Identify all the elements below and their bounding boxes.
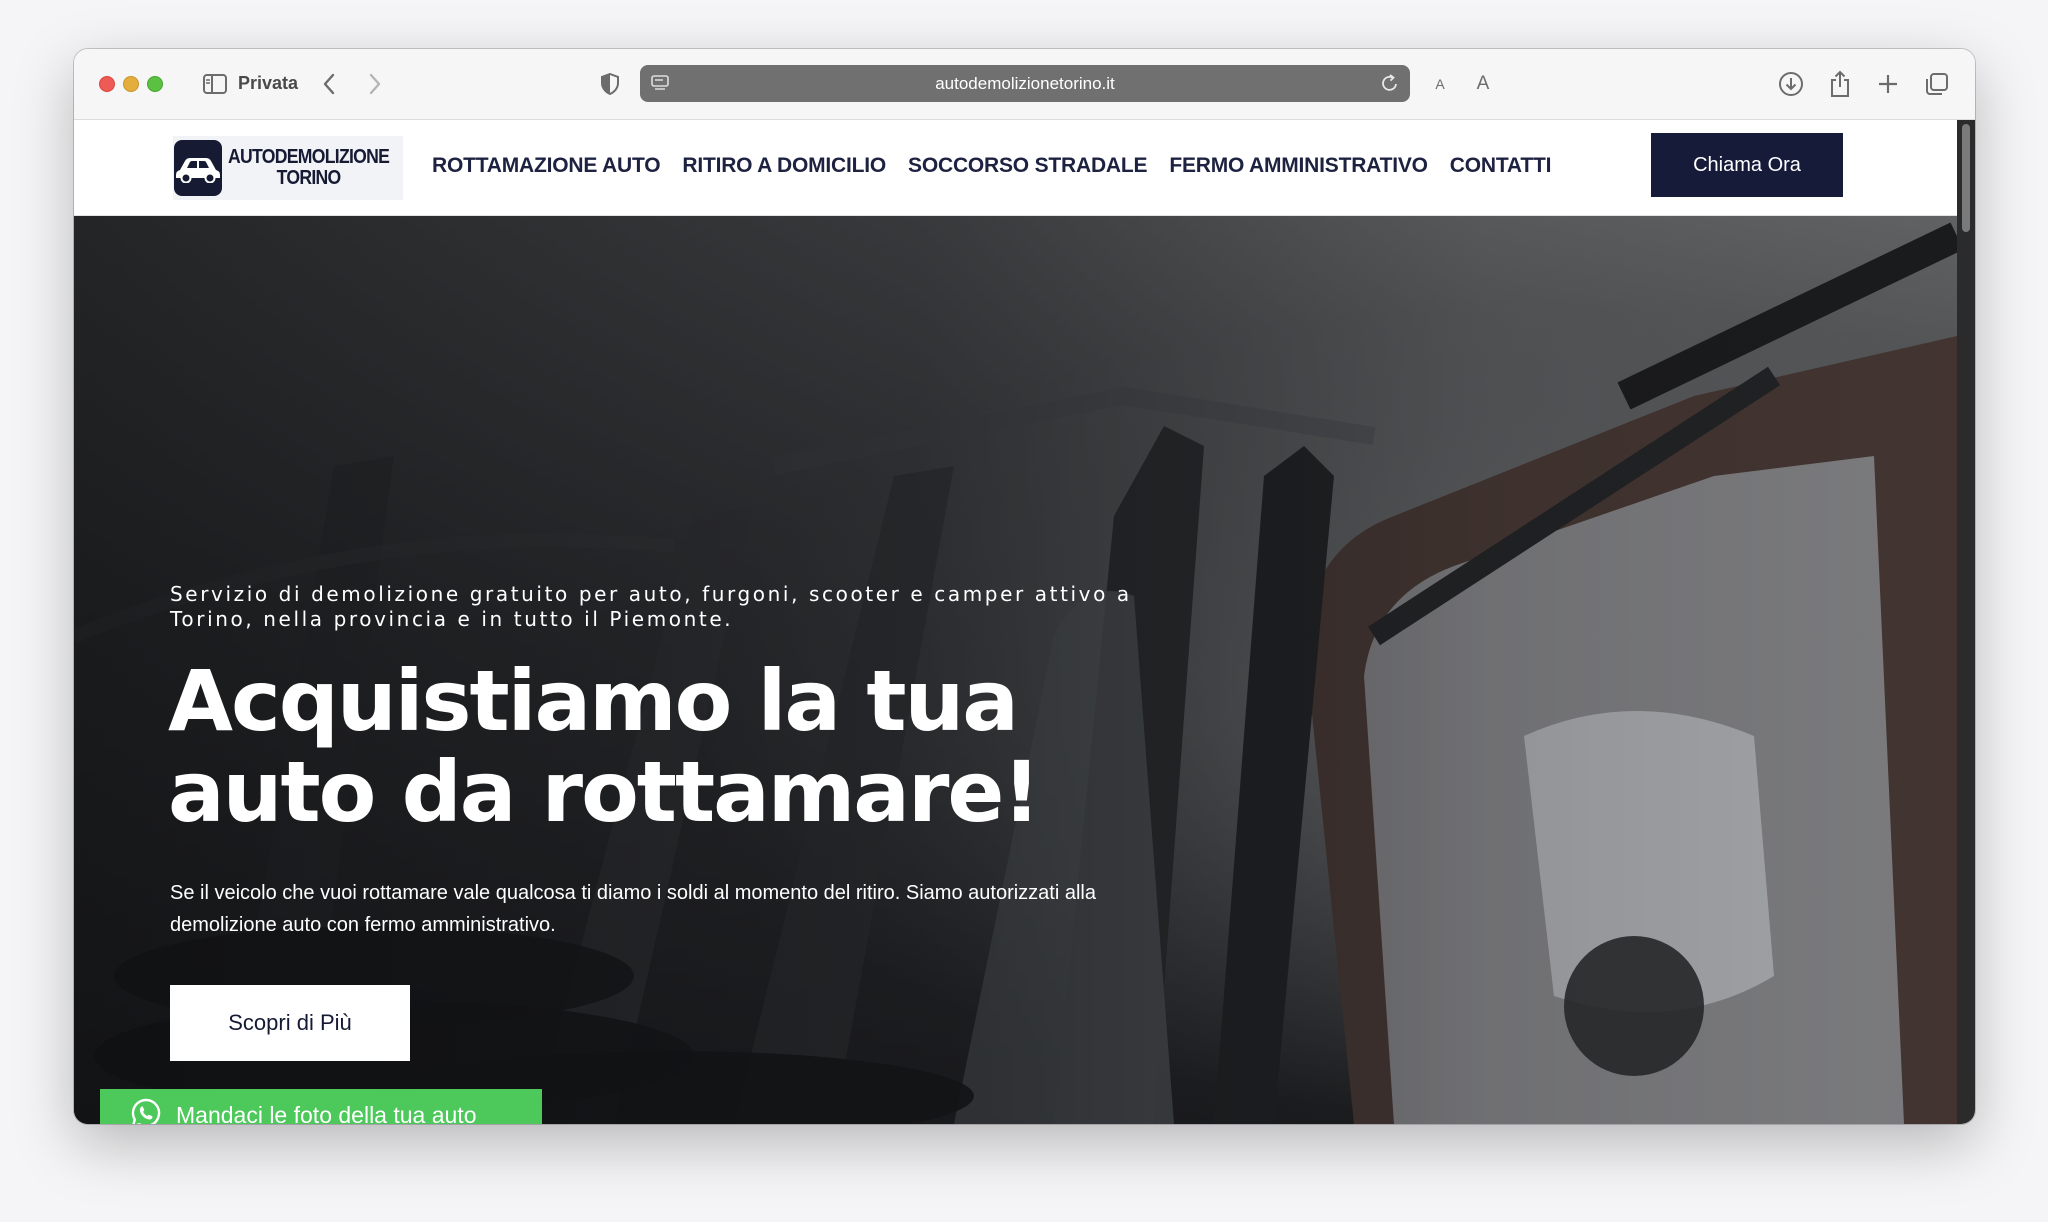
url-text: autodemolizionetorino.it [935,73,1115,93]
nav-rottamazione-auto[interactable]: ROTTAMAZIONE AUTO [432,154,661,178]
car-logo-icon [174,140,222,196]
close-window-button[interactable] [99,76,115,92]
logo-wordmark: AUTODEMOLIZIONE TORINO [228,146,390,189]
back-arrow-icon[interactable] [316,69,342,99]
hero-kicker-text: Servizio di demolizione gratuito per aut… [170,582,1132,631]
logo-line-2: TORINO [276,167,342,189]
whatsapp-button-label: Mandaci le foto della tua auto [176,1102,477,1124]
private-mode-label: Privata [238,73,299,93]
discover-more-button[interactable]: Scopri di Più [170,985,410,1061]
whatsapp-icon [130,1097,162,1124]
page-menu-icon[interactable] [650,73,670,98]
hero-title: Acquistiamo la tua auto da rottamare! [168,656,1168,838]
logo-line-1: AUTODEMOLIZIONE [228,146,390,168]
decrease-font-button[interactable]: A [1429,69,1451,99]
site-logo[interactable]: AUTODEMOLIZIONE TORINO [173,136,403,200]
whatsapp-photo-button[interactable]: Mandaci le foto della tua auto [100,1089,542,1124]
scrollbar-thumb[interactable] [1962,124,1970,232]
nav-soccorso-stradale[interactable]: SOCCORSO STRADALE [908,154,1147,178]
hero-section: Servizio di demolizione gratuito per aut… [74,216,1957,1124]
hero-title-line-2: auto da rottamare! [168,743,1041,841]
tab-overview-icon[interactable] [1922,69,1952,99]
zoom-window-button[interactable] [147,76,163,92]
nav-contatti[interactable]: CONTATTI [1450,154,1552,178]
main-navigation: ROTTAMAZIONE AUTO RITIRO A DOMICILIO SOC… [432,154,1573,178]
hero-title-line-1: Acquistiamo la tua [168,652,1019,750]
hero-description: Se il veicolo che vuoi rottamare vale qu… [170,882,1096,936]
sidebar-toggle-icon[interactable] [202,69,228,99]
nav-fermo-amministrativo[interactable]: FERMO AMMINISTRATIVO [1169,154,1428,178]
reload-icon[interactable] [1380,72,1400,99]
forward-arrow-icon[interactable] [362,69,388,99]
address-bar[interactable]: autodemolizionetorino.it [640,65,1410,102]
minimize-window-button[interactable] [123,76,139,92]
call-now-button[interactable]: Chiama Ora [1651,133,1843,197]
browser-toolbar: Privata autodemolizionetorino.it A A [74,49,1975,120]
download-icon[interactable] [1776,69,1806,99]
new-tab-icon[interactable] [1873,69,1903,99]
increase-font-button[interactable]: A [1472,69,1494,99]
privacy-shield-icon[interactable] [597,69,623,99]
site-header: AUTODEMOLIZIONE TORINO ROTTAMAZIONE AUTO… [74,120,1957,216]
browser-window: Privata autodemolizionetorino.it A A AUT… [74,49,1975,1124]
nav-ritiro-a-domicilio[interactable]: RITIRO A DOMICILIO [682,154,886,178]
share-icon[interactable] [1825,69,1855,99]
page-scrollbar[interactable] [1957,120,1975,1124]
